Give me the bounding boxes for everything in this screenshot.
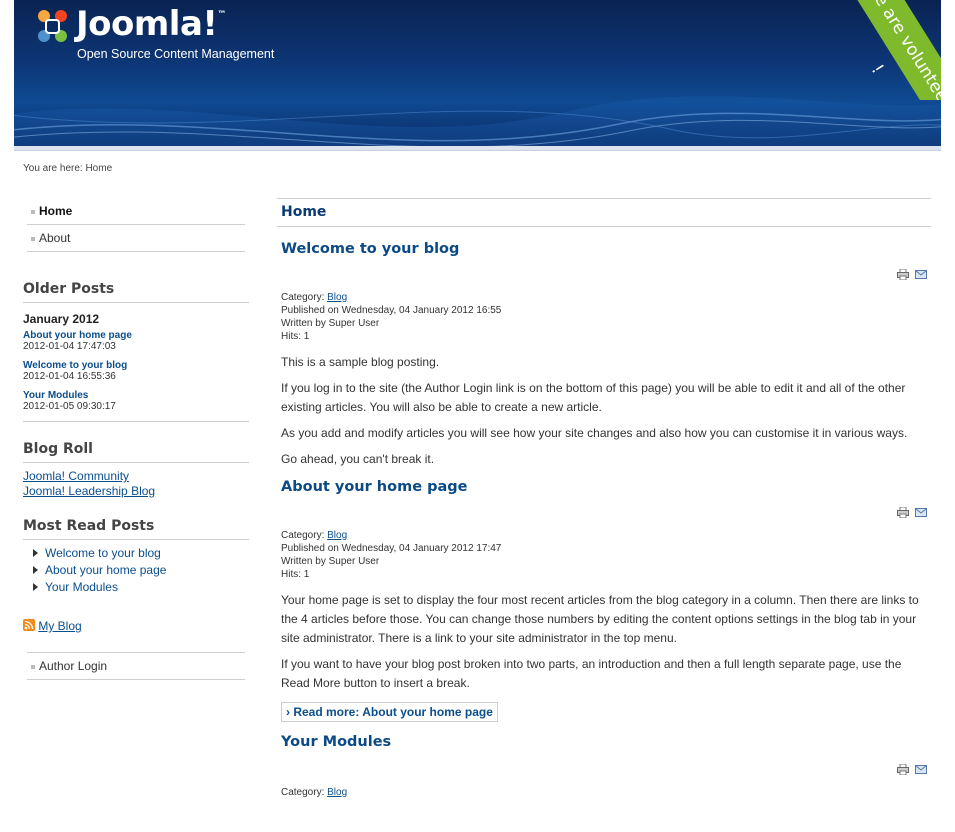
article-meta: Category: Blog bbox=[281, 786, 931, 799]
category-link[interactable]: Blog bbox=[327, 292, 347, 303]
category-link[interactable]: Blog bbox=[327, 787, 347, 798]
article-hits: Hits: 1 bbox=[281, 331, 310, 342]
article-hits: Hits: 1 bbox=[281, 569, 310, 580]
published-date: Published on Wednesday, 04 January 2012 … bbox=[281, 305, 502, 316]
article-title[interactable]: Welcome to your blog bbox=[281, 241, 931, 257]
main-content: Home Welcome to your blog Category: Blog… bbox=[277, 198, 931, 799]
most-read-link[interactable]: Your Modules bbox=[23, 579, 249, 596]
article-icons bbox=[277, 507, 931, 521]
blog-roll-link[interactable]: Joomla! Community bbox=[23, 469, 249, 484]
menu-item-home[interactable]: Home bbox=[27, 198, 245, 225]
article-author: Written by Super User bbox=[281, 318, 380, 329]
site-header: Joomla!™ Open Source Content Management … bbox=[14, 0, 941, 146]
sidebar: Home About Older Posts January 2012 Abou… bbox=[23, 198, 249, 680]
older-post-date: 2012-01-05 09:30:17 bbox=[23, 401, 116, 412]
article-paragraph: As you add and modify articles you will … bbox=[281, 426, 908, 440]
article-author: Written by Super User bbox=[281, 556, 380, 567]
older-post-link[interactable]: Welcome to your blog bbox=[23, 360, 249, 371]
logo-wordmark: Joomla! bbox=[76, 4, 218, 44]
article-meta: Category: Blog bbox=[281, 291, 931, 304]
page-title: Home bbox=[277, 198, 931, 227]
older-post-date: 2012-01-04 17:47:03 bbox=[23, 341, 116, 352]
older-post-link[interactable]: About your home page bbox=[23, 330, 249, 341]
feed-row[interactable]: My Blog bbox=[23, 618, 249, 634]
older-posts-month: January 2012 bbox=[23, 312, 100, 326]
read-more-button[interactable]: › Read more: About your home page bbox=[281, 702, 498, 722]
email-icon[interactable] bbox=[915, 270, 927, 279]
category-label: Category: bbox=[281, 787, 325, 798]
print-icon[interactable] bbox=[897, 269, 909, 280]
article-title[interactable]: About your home page bbox=[281, 479, 931, 495]
article-icons bbox=[277, 269, 931, 283]
header-wave-decoration bbox=[14, 96, 941, 146]
header-divider bbox=[14, 146, 941, 151]
most-read-title: Most Read Posts bbox=[23, 518, 249, 540]
article-meta: Category: Blog bbox=[281, 529, 931, 542]
blog-roll-link[interactable]: Joomla! Leadership Blog bbox=[23, 484, 249, 499]
article-icons bbox=[277, 764, 931, 778]
breadcrumb: You are here: Home bbox=[23, 163, 113, 174]
article-paragraph: This is a sample blog posting. bbox=[281, 355, 440, 369]
article-title[interactable]: Your Modules bbox=[281, 734, 931, 750]
blog-roll-title: Blog Roll bbox=[23, 441, 249, 463]
volunteers-ribbon[interactable]: We are volunteers ! bbox=[841, 0, 941, 100]
most-read-link[interactable]: Welcome to your blog bbox=[23, 545, 249, 562]
email-icon[interactable] bbox=[915, 508, 927, 517]
author-login-link[interactable]: Author Login bbox=[27, 652, 245, 680]
most-read-link[interactable]: About your home page bbox=[23, 562, 249, 579]
print-icon[interactable] bbox=[897, 764, 909, 775]
category-label: Category: bbox=[281, 530, 325, 541]
joomla-logo-icon[interactable] bbox=[32, 6, 72, 46]
site-tagline: Open Source Content Management bbox=[77, 47, 275, 61]
published-date: Published on Wednesday, 04 January 2012 … bbox=[281, 543, 502, 554]
menu-item-about[interactable]: About bbox=[27, 225, 245, 252]
module-divider bbox=[23, 412, 249, 422]
print-icon[interactable] bbox=[897, 507, 909, 518]
category-label: Category: bbox=[281, 292, 325, 303]
older-post-date: 2012-01-04 16:55:36 bbox=[23, 371, 116, 382]
rss-feed-icon[interactable] bbox=[23, 619, 35, 631]
my-blog-feed-link[interactable]: My Blog bbox=[38, 619, 81, 633]
email-icon[interactable] bbox=[915, 765, 927, 774]
article-paragraph: If you want to have your blog post broke… bbox=[281, 657, 902, 690]
article-paragraph: Go ahead, you can't break it. bbox=[281, 452, 435, 466]
older-posts-title: Older Posts bbox=[23, 281, 249, 303]
article-paragraph: If you log in to the site (the Author Lo… bbox=[281, 381, 906, 414]
article-paragraph: Your home page is set to display the fou… bbox=[281, 593, 919, 645]
ribbon-text: We are volunteers ! bbox=[851, 0, 941, 100]
logo-trademark: ™ bbox=[217, 10, 226, 20]
category-link[interactable]: Blog bbox=[327, 530, 347, 541]
site-logo-text[interactable]: Joomla!™ bbox=[76, 4, 226, 44]
older-post-link[interactable]: Your Modules bbox=[23, 390, 249, 401]
